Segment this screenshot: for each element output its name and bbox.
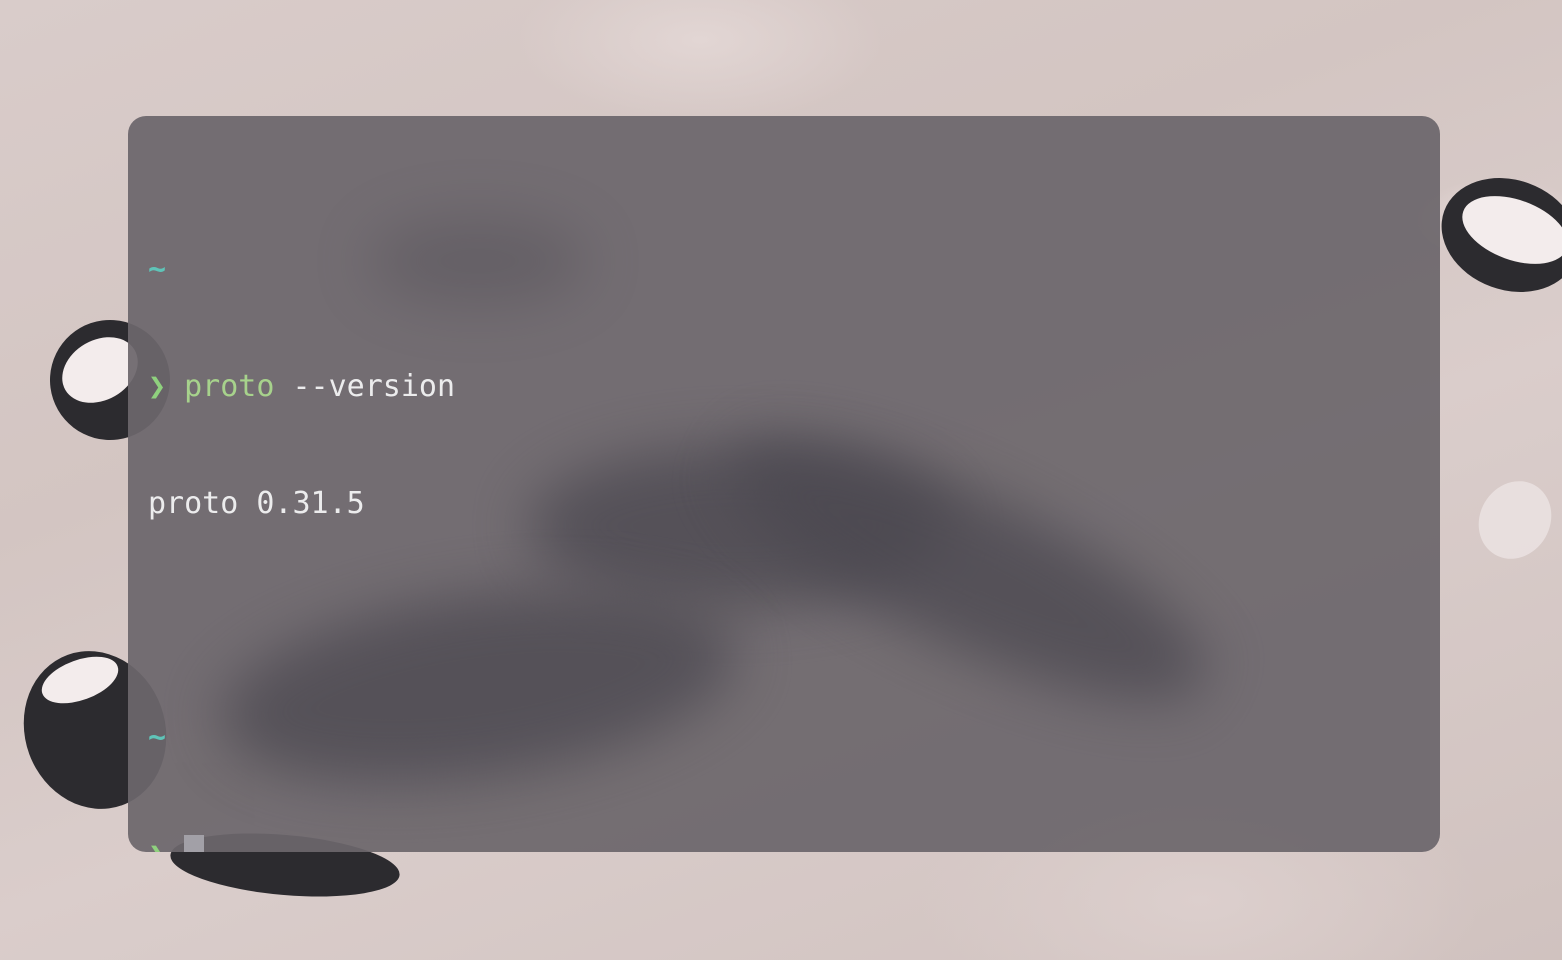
terminal-window[interactable]: ~ ❯ proto --version proto 0.31.5 ~ ❯: [128, 116, 1440, 852]
terminal-output[interactable]: ~ ❯ proto --version proto 0.31.5 ~ ❯: [148, 172, 455, 852]
command-name: proto: [184, 369, 275, 404]
text-cursor[interactable]: [184, 835, 205, 852]
prompt-cwd: ~: [148, 250, 455, 289]
cwd-label: ~: [148, 720, 167, 755]
command-line: ❯ proto --version: [148, 367, 455, 406]
wallpaper-snow: [1464, 467, 1562, 573]
cwd-label: ~: [148, 252, 167, 287]
prompt-cwd: ~: [148, 718, 455, 757]
prompt-symbol: ❯: [148, 369, 167, 404]
command-args: --version: [292, 369, 456, 404]
output-text: proto 0.31.5: [148, 486, 365, 521]
prompt-symbol: ❯: [148, 838, 166, 852]
active-prompt-line[interactable]: ❯: [148, 835, 455, 852]
command-output: proto 0.31.5: [148, 484, 455, 523]
